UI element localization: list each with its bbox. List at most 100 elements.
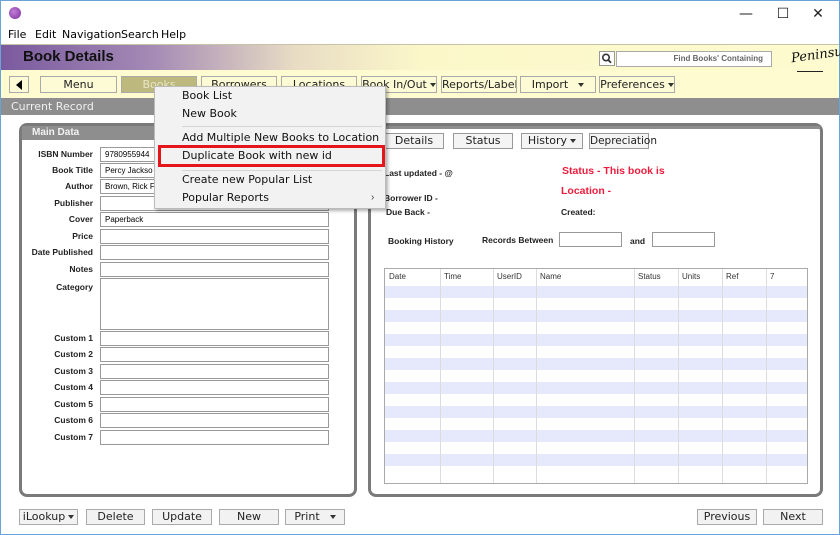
column-divider — [678, 269, 679, 483]
records-to-date-input[interactable] — [652, 232, 715, 247]
menu-separator — [182, 170, 382, 171]
column-header[interactable]: Date — [389, 272, 406, 281]
menu-item-book-list[interactable]: Book List — [182, 89, 232, 102]
minimize-button[interactable]: — — [729, 3, 763, 25]
records-between-label: Records Between — [482, 235, 554, 245]
table-row[interactable] — [385, 394, 807, 406]
close-button[interactable]: ✕ — [801, 3, 835, 25]
table-row[interactable] — [385, 454, 807, 466]
toolbar-preferences-button[interactable]: Preferences — [599, 76, 675, 93]
tab-label: Details — [394, 134, 434, 147]
book-location-text: Location - — [561, 185, 612, 197]
table-row[interactable] — [385, 298, 807, 310]
column-divider — [536, 269, 537, 483]
category-field[interactable] — [100, 278, 329, 330]
menu-bar: File Edit Navigation Search Help — [1, 27, 839, 44]
book-status-text: Status - This book is — [562, 165, 665, 177]
find-books-search-input[interactable]: Find Books' Containing — [616, 51, 772, 67]
tab-history[interactable]: History — [521, 133, 583, 149]
column-header[interactable]: Time — [444, 272, 461, 281]
button-label: Preferences — [600, 78, 665, 91]
column-header[interactable]: Status — [638, 272, 661, 281]
custom-4-field[interactable] — [100, 380, 329, 395]
column-header[interactable]: Name — [540, 272, 561, 281]
back-button[interactable] — [9, 76, 29, 93]
button-label: Menu — [63, 78, 94, 91]
tab-label: Depreciation — [590, 135, 657, 147]
toolbar-reports-labels-button[interactable]: Reports/Labels — [441, 76, 517, 93]
menu-separator — [182, 126, 382, 127]
column-divider — [634, 269, 635, 483]
custom-3-field[interactable] — [100, 364, 329, 379]
app-icon — [9, 7, 21, 19]
table-row[interactable] — [385, 334, 807, 346]
menu-search[interactable]: Search — [121, 28, 159, 41]
button-label: Next — [780, 510, 806, 523]
borrower-id-text: Borrower ID - — [384, 193, 438, 203]
new-button[interactable]: New — [219, 509, 279, 525]
date-published-field[interactable] — [100, 245, 329, 260]
custom-4-label: Custom 4 — [54, 382, 93, 392]
author-label: Author — [65, 181, 93, 191]
table-row[interactable] — [385, 322, 807, 334]
tab-status[interactable]: Status — [453, 133, 513, 149]
menu-file[interactable]: File — [8, 28, 26, 41]
book-title-label: Book Title — [52, 165, 93, 175]
chevron-right-icon: › — [371, 192, 375, 203]
column-header[interactable]: 7 — [770, 272, 774, 281]
print-button[interactable]: Print — [285, 509, 345, 525]
table-row[interactable] — [385, 430, 807, 442]
table-row[interactable] — [385, 442, 807, 454]
maximize-button[interactable]: ☐ — [766, 3, 800, 25]
menu-item-add-multiple-books[interactable]: Add Multiple New Books to Location — [182, 131, 379, 144]
toolbar-import-button[interactable]: Import — [520, 76, 596, 93]
price-field[interactable] — [100, 229, 329, 244]
custom-7-label: Custom 7 — [54, 432, 93, 442]
menu-item-new-book[interactable]: New Book — [182, 107, 237, 120]
tab-depreciation[interactable]: Depreciation — [589, 133, 657, 149]
update-button[interactable]: Update — [152, 509, 212, 525]
previous-button[interactable]: Previous — [697, 509, 757, 525]
tab-details[interactable]: Details — [384, 133, 444, 149]
table-row[interactable] — [385, 382, 807, 394]
ilookup-button[interactable]: iLookup — [19, 509, 78, 525]
custom-2-field[interactable] — [100, 347, 329, 362]
column-header[interactable]: Units — [682, 272, 700, 281]
table-row[interactable] — [385, 370, 807, 382]
button-label: iLookup — [22, 510, 66, 523]
menu-item-create-popular-list[interactable]: Create new Popular List — [182, 173, 312, 186]
chevron-down-icon — [68, 515, 75, 519]
title-bar — [1, 1, 839, 27]
details-panel-header — [371, 126, 820, 129]
custom-5-field[interactable] — [100, 397, 329, 412]
chevron-down-icon — [570, 139, 577, 143]
menu-edit[interactable]: Edit — [35, 28, 56, 41]
table-row[interactable] — [385, 286, 807, 298]
table-row[interactable] — [385, 310, 807, 322]
records-from-date-input[interactable] — [559, 232, 622, 247]
chevron-down-icon — [329, 515, 336, 519]
table-row[interactable] — [385, 466, 807, 478]
column-header[interactable]: UserID — [497, 272, 522, 281]
date-published-label: Date Published — [31, 247, 93, 257]
button-label: New — [237, 510, 261, 523]
menu-item-popular-reports[interactable]: Popular Reports — [182, 191, 269, 204]
search-icon[interactable] — [599, 51, 615, 66]
next-button[interactable]: Next — [763, 509, 823, 525]
delete-button[interactable]: Delete — [86, 509, 145, 525]
menu-help[interactable]: Help — [161, 28, 186, 41]
table-row[interactable] — [385, 346, 807, 358]
table-row[interactable] — [385, 418, 807, 430]
toolbar-menu-button[interactable]: Menu — [40, 76, 117, 93]
table-row[interactable] — [385, 358, 807, 370]
column-header[interactable]: Ref — [726, 272, 738, 281]
custom-6-field[interactable] — [100, 413, 329, 428]
cover-field[interactable]: Paperback — [100, 212, 329, 227]
custom-1-field[interactable] — [100, 331, 329, 346]
isbn-label: ISBN Number — [38, 149, 93, 159]
notes-field[interactable] — [100, 262, 329, 277]
booking-history-table[interactable]: Date Time UserID Name Status Units Ref 7 — [384, 268, 808, 484]
custom-7-field[interactable] — [100, 430, 329, 445]
menu-navigation[interactable]: Navigation — [62, 28, 121, 41]
table-row[interactable] — [385, 406, 807, 418]
